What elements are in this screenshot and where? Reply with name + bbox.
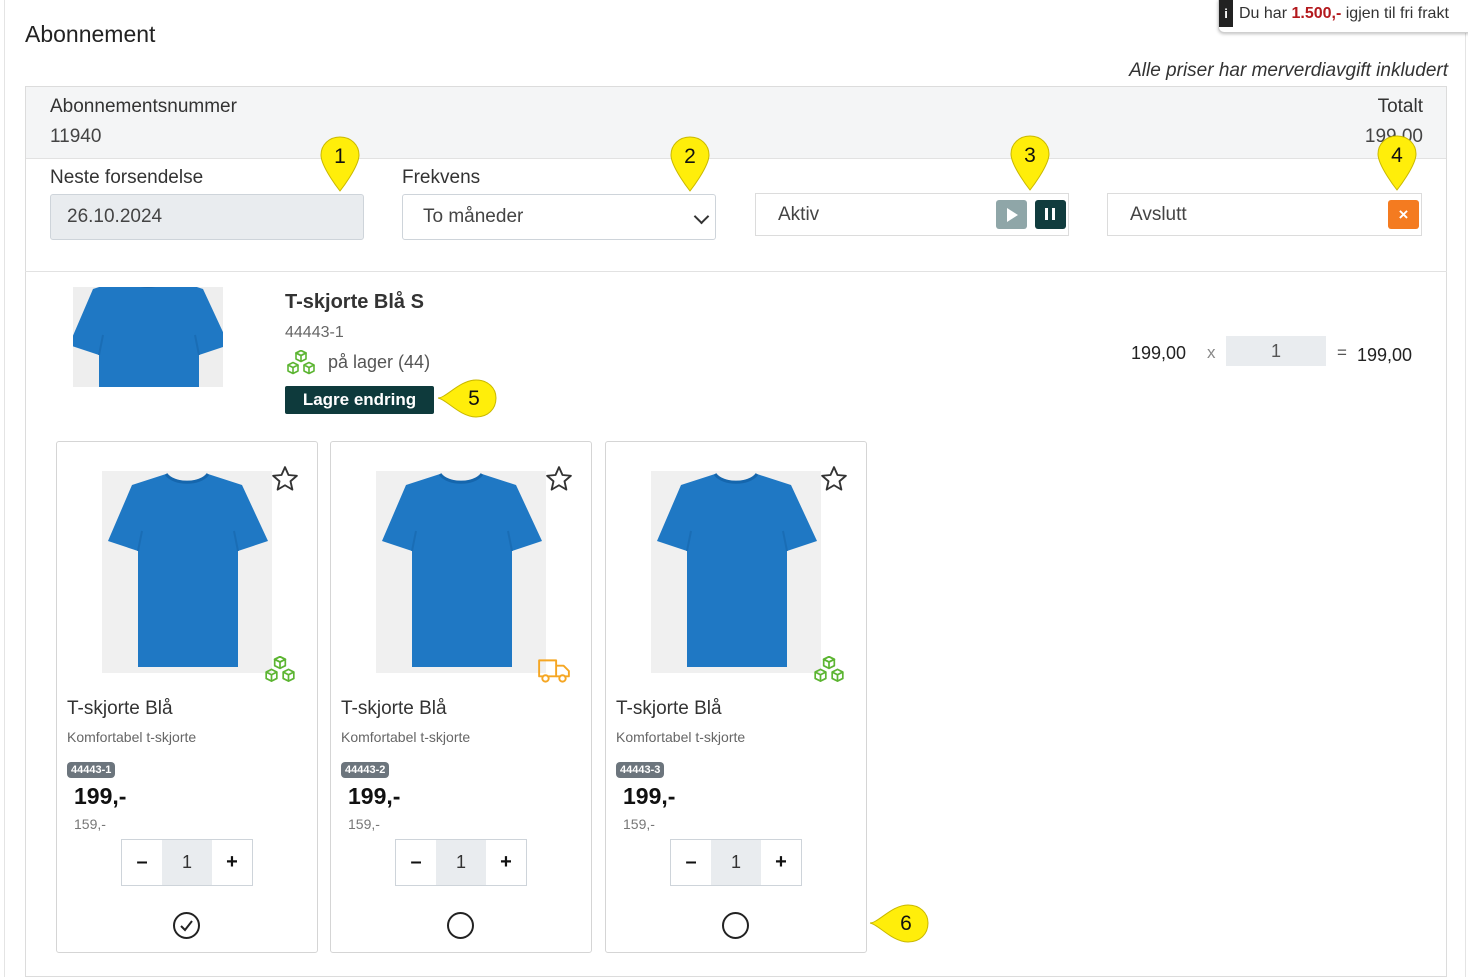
next-shipment-date-field[interactable]: 26.10.2024: [50, 194, 364, 240]
delivery-truck-icon: [537, 656, 571, 686]
shipping-remaining-amount: 1.500,-: [1291, 5, 1342, 22]
save-changes-button[interactable]: Lagre endring: [285, 386, 434, 414]
shipping-prefix: Du har: [1239, 5, 1288, 22]
variant-name: T-skjorte Blå: [616, 698, 722, 719]
variant-price: 199,-: [74, 783, 127, 809]
line-total: 199,00: [1357, 345, 1413, 365]
variant-select-radio-checked[interactable]: [173, 912, 200, 939]
checkmark-icon: [180, 920, 193, 932]
product-name: T-skjorte Blå S: [285, 291, 424, 313]
subscription-header: [26, 87, 1446, 159]
subscription-number-value: 11940: [50, 126, 102, 147]
decrease-quantity-button[interactable]: –: [122, 840, 162, 885]
variant-price: 199,-: [623, 783, 676, 809]
decrease-quantity-button[interactable]: –: [396, 840, 436, 885]
variant-name: T-skjorte Blå: [67, 698, 173, 719]
annotation-marker-6: 6: [868, 903, 932, 945]
equals-sign: =: [1337, 343, 1347, 362]
variant-price: 199,-: [348, 783, 401, 809]
variant-old-price: 159,-: [74, 816, 106, 832]
annotation-marker-1: 1: [320, 135, 364, 193]
variant-old-price: 159,-: [623, 816, 655, 832]
annotation-marker-3: 3: [1010, 134, 1054, 192]
line-quantity-input[interactable]: 1: [1226, 336, 1326, 366]
total-label: Totalt: [1377, 96, 1423, 117]
quantity-stepper: – 1 +: [395, 839, 527, 886]
vat-note: Alle priser har merverdiavgift inkludert: [1129, 60, 1448, 81]
increase-quantity-button[interactable]: +: [486, 840, 526, 885]
quantity-input[interactable]: 1: [162, 840, 212, 885]
section-divider: [25, 271, 1447, 272]
cancel-control: Avslutt: [1107, 193, 1422, 236]
variant-select-radio[interactable]: [447, 912, 474, 939]
page-title: Abonnement: [25, 21, 156, 47]
favorite-star-icon[interactable]: [270, 464, 300, 494]
cancel-label: Avslutt: [1130, 204, 1187, 225]
next-shipment-label: Neste forsendelse: [50, 167, 204, 188]
annotation-marker-4: 4: [1377, 134, 1421, 192]
info-icon: i: [1219, 0, 1233, 27]
frequency-label: Frekvens: [402, 167, 481, 188]
decrease-quantity-button[interactable]: –: [671, 840, 711, 885]
quantity-stepper: – 1 +: [121, 839, 253, 886]
in-stock-icon: [263, 656, 297, 686]
variant-card[interactable]: T-skjorte Blå Komfortabel t-skjorte 4444…: [605, 441, 867, 953]
variant-image: [102, 471, 272, 673]
frequency-select[interactable]: To måneder: [402, 194, 716, 240]
stock-text: på lager (44): [328, 352, 431, 372]
status-label: Aktiv: [778, 204, 820, 225]
variant-image: [376, 471, 546, 673]
variant-name: T-skjorte Blå: [341, 698, 447, 719]
in-stock-icon: [285, 350, 317, 378]
variant-description: Komfortabel t-skjorte: [341, 729, 471, 745]
annotation-marker-2: 2: [670, 135, 714, 193]
favorite-star-icon[interactable]: [544, 464, 574, 494]
shipping-suffix: igjen til fri frakt: [1345, 5, 1449, 22]
variant-card[interactable]: T-skjorte Blå Komfortabel t-skjorte 4444…: [330, 441, 592, 953]
free-shipping-banner: i Du har 1.500,- igjen til fri frakt: [1218, 0, 1468, 33]
quantity-input[interactable]: 1: [711, 840, 761, 885]
variant-sku-badge: 44443-1: [67, 762, 116, 778]
pause-icon: [1045, 208, 1048, 220]
increase-quantity-button[interactable]: +: [212, 840, 252, 885]
variant-sku-badge: 44443-2: [341, 762, 390, 778]
annotation-marker-5: 5: [436, 378, 500, 420]
variant-description: Komfortabel t-skjorte: [616, 729, 746, 745]
subscription-number-label: Abonnementsnummer: [50, 96, 237, 117]
variant-image: [651, 471, 821, 673]
resume-play-button[interactable]: [996, 200, 1027, 229]
variant-old-price: 159,-: [348, 816, 380, 832]
product-image: [73, 287, 223, 387]
variant-description: Komfortabel t-skjorte: [67, 729, 197, 745]
variant-select-radio[interactable]: [722, 912, 749, 939]
increase-quantity-button[interactable]: +: [761, 840, 801, 885]
variant-sku-badge: 44443-3: [616, 762, 665, 778]
quantity-input[interactable]: 1: [436, 840, 486, 885]
favorite-star-icon[interactable]: [819, 464, 849, 494]
variant-card[interactable]: T-skjorte Blå Komfortabel t-skjorte 4444…: [56, 441, 318, 953]
frequency-selected-value: To måneder: [423, 206, 524, 227]
in-stock-icon: [812, 656, 846, 686]
times-sign: x: [1207, 343, 1216, 362]
product-sku: 44443-1: [285, 324, 344, 341]
chevron-down-icon: [693, 208, 710, 225]
quantity-stepper: – 1 +: [670, 839, 802, 886]
cancel-subscription-button[interactable]: ×: [1388, 200, 1419, 229]
pause-button[interactable]: [1035, 200, 1066, 229]
unit-price: 199,00: [1131, 343, 1187, 363]
